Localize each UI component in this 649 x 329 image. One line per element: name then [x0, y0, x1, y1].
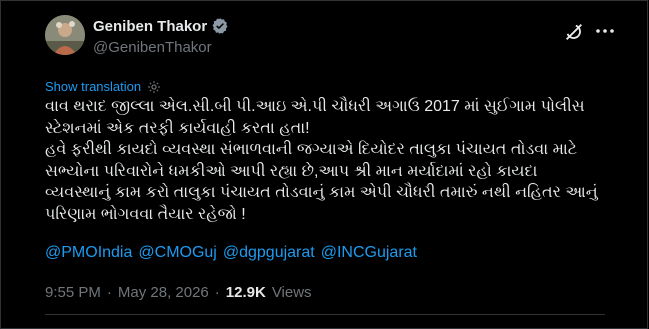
tweet-text: વાવ થરાદ જીલ્લા એલ.સી.બી પી.આઇ એ.પી ચૌધર…	[45, 98, 598, 223]
meta-separator: ·	[106, 284, 112, 301]
mention-link[interactable]: @CMOGuj	[138, 244, 216, 262]
divider	[45, 314, 605, 315]
author-name-row[interactable]: Geniben Thakor	[93, 17, 229, 35]
views-label: Views	[271, 284, 312, 301]
author-name[interactable]: Geniben Thakor	[93, 18, 207, 35]
verified-badge-icon	[212, 18, 228, 34]
tweet-time[interactable]: 9:55 PM	[45, 284, 101, 301]
author-handle[interactable]: @GenibenThakor	[93, 39, 212, 56]
tweet-mentions: @PMOIndia @CMOGuj @dgpgujarat @INCGujara…	[45, 244, 417, 262]
avatar[interactable]	[45, 15, 85, 55]
mention-link[interactable]: @dgpgujarat	[223, 244, 315, 262]
tweet-date[interactable]: May 28, 2026	[118, 284, 209, 301]
mention-link[interactable]: @PMOIndia	[45, 244, 132, 262]
grok-icon[interactable]	[563, 21, 585, 43]
views-count[interactable]: 12.9K	[226, 284, 266, 301]
tweet-meta: 9:55 PM · May 28, 2026 · 12.9K Views	[45, 284, 312, 301]
tweet-card: Geniben Thakor @GenibenThakor Show trans…	[0, 0, 648, 329]
show-translation-label[interactable]: Show translation	[45, 79, 141, 94]
more-icon[interactable]	[593, 19, 617, 43]
mention-link[interactable]: @INCGujarat	[321, 244, 417, 262]
gear-icon[interactable]	[147, 80, 161, 94]
meta-separator: ·	[214, 284, 220, 301]
show-translation-link[interactable]: Show translation	[45, 79, 161, 94]
